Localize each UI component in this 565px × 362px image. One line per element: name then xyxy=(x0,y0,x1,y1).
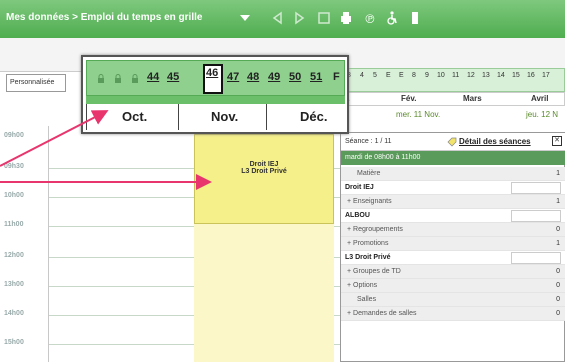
seance-detail-panel: Séance : 1 / 11 Détail des séances ✕ mar… xyxy=(340,132,565,362)
save-icon[interactable] xyxy=(316,10,332,26)
detail-row-demandes-salles[interactable]: + Demandes de salles 0 xyxy=(341,307,565,321)
lock-icon xyxy=(115,74,121,83)
seance-block[interactable]: Droit IEJ L3 Droit Privé xyxy=(194,134,334,224)
svg-text:℗: ℗ xyxy=(364,12,376,26)
detail-row-salles: Salles 0 xyxy=(341,293,565,307)
hour-label: 13h00 xyxy=(4,281,24,288)
zoom-week[interactable]: 49 xyxy=(268,71,280,83)
week-cell[interactable]: 10 xyxy=(437,72,445,79)
zoom-week[interactable]: 50 xyxy=(289,71,301,83)
week-cell[interactable]: 17 xyxy=(542,72,550,79)
detail-row-groupes-td[interactable]: + Groupes de TD 0 xyxy=(341,265,565,279)
month-label: Avril xyxy=(531,94,549,103)
zoom-month: Oct. xyxy=(122,109,148,124)
hour-label: 11h00 xyxy=(4,221,24,228)
week-cell[interactable]: 8 xyxy=(412,72,416,79)
detail-row-options[interactable]: + Options 0 xyxy=(341,279,565,293)
zoom-week[interactable]: 45 xyxy=(167,71,179,83)
day-header: mer. 11 Nov. xyxy=(396,110,441,119)
day-column-highlight xyxy=(194,224,334,362)
month-divider xyxy=(266,104,267,130)
chevron-down-icon[interactable] xyxy=(240,15,250,21)
back-icon[interactable] xyxy=(270,10,286,26)
top-toolbar: Mes données > Emploi du temps en grille … xyxy=(0,0,565,38)
view-select[interactable]: Personnalisée xyxy=(6,74,66,92)
print-icon[interactable] xyxy=(338,10,354,26)
hour-label: 12h00 xyxy=(4,252,24,259)
seance-counter: Séance : 1 / 11 xyxy=(345,138,392,145)
detail-row-enseignants[interactable]: + Enseignants 1 xyxy=(341,195,565,209)
week-cell[interactable]: 4 xyxy=(360,72,364,79)
day-header: jeu. 12 N xyxy=(526,110,559,119)
week-zoom-callout: 44 45 46 47 48 49 50 51 F Oct. Nov. Déc. xyxy=(81,55,349,134)
close-icon[interactable]: ✕ xyxy=(552,136,562,146)
zoom-week-selected[interactable]: 46 xyxy=(206,67,218,79)
hour-label: 10h00 xyxy=(4,192,24,199)
detail-link[interactable]: Détail des séances xyxy=(459,137,531,146)
lock-icon xyxy=(98,74,104,83)
week-strip[interactable]: 3 4 5 E E 8 9 10 11 12 13 14 15 16 17 xyxy=(340,68,565,92)
device-icon[interactable] xyxy=(407,10,423,26)
month-divider xyxy=(178,104,179,130)
detail-value-enseignant[interactable]: ALBOU xyxy=(341,209,565,223)
hour-label: 09h30 xyxy=(4,163,24,170)
panel-header: Séance : 1 / 11 Détail des séances ✕ xyxy=(341,133,565,151)
accessibility-icon[interactable] xyxy=(384,10,400,26)
detail-row-promotions[interactable]: + Promotions 1 xyxy=(341,237,565,251)
detail-row-matiere: Matière 1 xyxy=(341,167,565,181)
month-strip: s. Fév. Mars Avril xyxy=(340,92,565,106)
grid-column-line xyxy=(48,126,49,362)
zoom-month: Nov. xyxy=(211,109,239,124)
zoom-week[interactable]: F xyxy=(333,71,340,83)
tag-icon xyxy=(447,137,457,147)
zoom-separator xyxy=(86,96,345,104)
week-cell[interactable]: E xyxy=(386,72,391,79)
week-cell[interactable]: 5 xyxy=(373,72,377,79)
month-label: Fév. xyxy=(401,94,417,103)
breadcrumb[interactable]: Mes données > Emploi du temps en grille xyxy=(6,12,202,23)
hour-label: 14h00 xyxy=(4,310,24,317)
month-divider xyxy=(86,104,87,130)
zoom-month-row: Oct. Nov. Déc. xyxy=(86,104,345,130)
week-cell[interactable]: 9 xyxy=(425,72,429,79)
month-label: Mars xyxy=(463,94,482,103)
week-cell[interactable]: 16 xyxy=(527,72,535,79)
hour-label: 09h00 xyxy=(4,132,24,139)
week-cell[interactable]: 13 xyxy=(482,72,490,79)
week-cell[interactable]: E xyxy=(399,72,404,79)
zoom-week[interactable]: 47 xyxy=(227,71,239,83)
date-header-row: mer. 11 Nov. jeu. 12 N xyxy=(340,106,565,126)
zoom-week-strip[interactable]: 44 45 46 47 48 49 50 51 F xyxy=(86,60,345,96)
hour-label: 15h00 xyxy=(4,339,24,346)
detail-value-promotion[interactable]: L3 Droit Privé xyxy=(341,251,565,265)
zoom-week[interactable]: 51 xyxy=(310,71,322,83)
zoom-week[interactable]: 44 xyxy=(147,71,159,83)
week-cell[interactable]: 15 xyxy=(512,72,520,79)
seance-date: mardi de 08h00 à 11h00 xyxy=(341,151,565,165)
pdf-icon[interactable]: ℗ xyxy=(362,10,378,26)
seance-subject: Droit IEJ xyxy=(249,161,279,168)
seance-group: L3 Droit Privé xyxy=(241,168,287,175)
detail-value-matiere[interactable]: Droit IEJ xyxy=(341,181,565,195)
view-select-value: Personnalisée xyxy=(10,79,55,86)
timetable-grid[interactable]: 09h00 09h30 10h00 11h00 12h00 13h00 14h0… xyxy=(0,126,348,362)
lock-icon xyxy=(132,74,138,83)
zoom-month: Déc. xyxy=(300,109,328,124)
zoom-week[interactable]: 48 xyxy=(247,71,259,83)
week-cell[interactable]: 14 xyxy=(497,72,505,79)
forward-icon[interactable] xyxy=(291,10,307,26)
week-cell[interactable]: 11 xyxy=(452,72,459,79)
week-cell[interactable]: 12 xyxy=(467,72,475,79)
detail-row-regroupements[interactable]: + Regroupements 0 xyxy=(341,223,565,237)
